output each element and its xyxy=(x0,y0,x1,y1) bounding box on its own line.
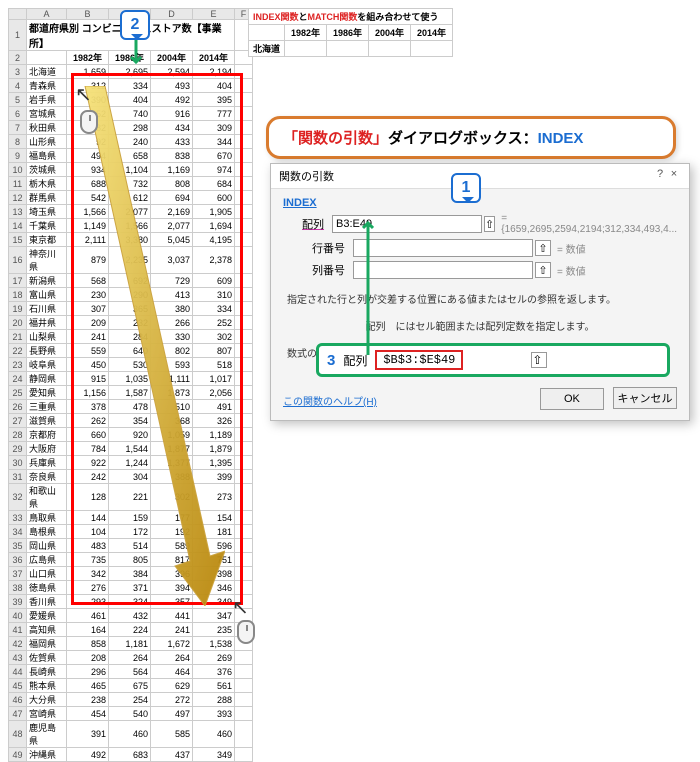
range-select-col[interactable]: ⇧ xyxy=(535,262,551,278)
dialog-desc2: 配列 にはセル範囲または配列定数を指定します。 xyxy=(287,318,673,333)
step3-arrow xyxy=(362,215,374,355)
cursor-arrow-top: ↖ xyxy=(75,82,92,107)
label-row: 行番号 xyxy=(283,240,353,256)
help-link[interactable]: この関数のヘルプ(H) xyxy=(283,393,377,408)
label-col: 列番号 xyxy=(283,262,353,278)
function-args-dialog: 関数の引数 ?× INDEX 配列 ⇧ = {1659,2695,2594,21… xyxy=(270,163,690,421)
cursor-arrow-bottom: ↖ xyxy=(232,595,249,620)
lookup-table[interactable]: INDEX関数とMATCH関数を組み合わせて使う 1982年1986年2004年… xyxy=(248,8,453,57)
input-col[interactable] xyxy=(353,261,533,279)
dialog-desc1: 指定された行と列が交差する位置にある値またはセルの参照を返します。 xyxy=(287,291,673,306)
label-array: 配列 xyxy=(283,216,332,232)
step3-value: $B$3:$E$49 xyxy=(375,350,463,370)
spreadsheet-table[interactable]: ABCDEF1都道府県別 コンビニエンスストア数【事業所】21982年1986年… xyxy=(8,8,253,762)
dialog-close-icon[interactable]: × xyxy=(667,168,681,180)
range-select-array[interactable]: ⇧ xyxy=(484,216,495,232)
dialog-help-icon[interactable]: ? xyxy=(653,168,667,180)
range-icon: ⇧ xyxy=(531,352,547,368)
range-select-row[interactable]: ⇧ xyxy=(535,240,551,256)
cancel-button[interactable]: キャンセル xyxy=(613,387,677,409)
step-badge-1: 1 xyxy=(451,173,481,203)
input-array[interactable] xyxy=(332,215,482,233)
mouse-icon-bottom xyxy=(237,620,255,644)
step-badge-2: 2 xyxy=(120,10,150,40)
callout-title: 「関数の引数」ダイアログボックス：INDEX xyxy=(266,116,676,159)
mouse-icon-top xyxy=(80,110,98,134)
input-row[interactable] xyxy=(353,239,533,257)
step3-number: 3 xyxy=(327,352,335,369)
dialog-title: 関数の引数 xyxy=(279,168,334,184)
ok-button[interactable]: OK xyxy=(540,388,604,410)
